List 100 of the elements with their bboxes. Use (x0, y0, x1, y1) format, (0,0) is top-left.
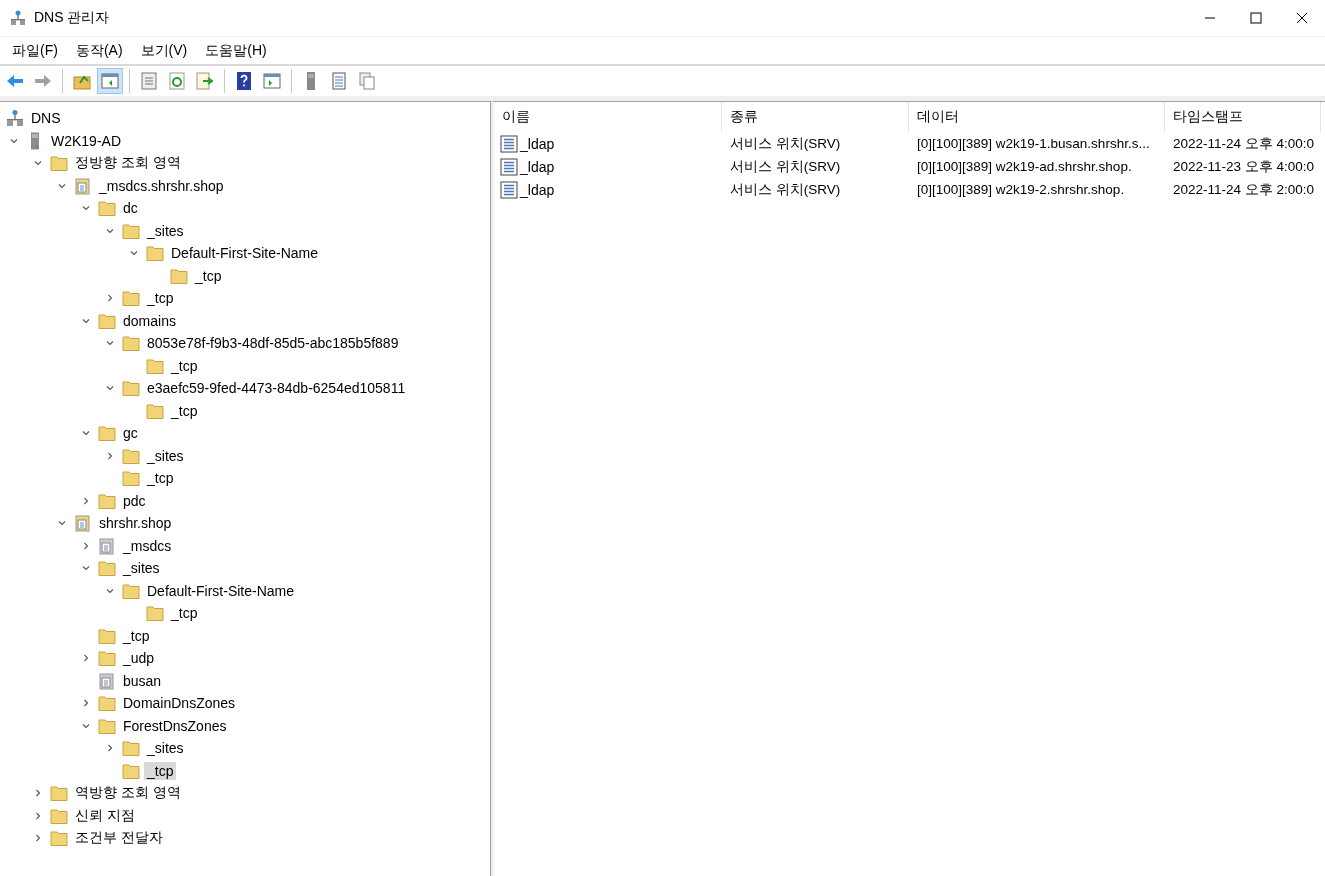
folder-icon (122, 446, 140, 465)
column-header[interactable]: 이름 (494, 102, 722, 132)
tree-item[interactable]: Default-First-Site-Name (168, 244, 322, 263)
close-icon (1296, 12, 1308, 24)
folder-icon (122, 221, 140, 240)
tree-item[interactable]: _tcp (168, 401, 201, 420)
tree-item[interactable]: DNS (28, 109, 64, 128)
expanded-chevron-icon[interactable] (82, 316, 90, 325)
expanded-chevron-icon[interactable] (106, 384, 114, 393)
menu-item[interactable]: 보기(V) (132, 41, 196, 60)
collapsed-chevron-icon[interactable] (82, 699, 90, 708)
record-icon (500, 157, 518, 176)
list-icon (329, 71, 349, 91)
tree-item[interactable]: domains (120, 311, 179, 330)
folder-icon (122, 334, 140, 353)
expanded-chevron-icon[interactable] (82, 564, 90, 573)
collapsed-chevron-icon[interactable] (82, 541, 90, 550)
table-cell-text: 서비스 위치(SRV) (729, 180, 842, 199)
tree-item[interactable]: 역방향 조회 영역 (72, 783, 184, 804)
tree-item[interactable]: 정방향 조회 영역 (72, 153, 184, 174)
tree-item[interactable]: _tcp (168, 356, 201, 375)
tree-item[interactable]: gc (120, 424, 141, 443)
tree-item[interactable]: _tcp (192, 266, 225, 285)
tree-item[interactable]: dc (120, 199, 141, 218)
folder-icon (50, 806, 68, 825)
collapsed-chevron-icon[interactable] (106, 451, 114, 460)
tree-item[interactable]: 8053e78f-f9b3-48df-85d5-abc185b5f889 (144, 334, 402, 353)
tree-item[interactable]: _msdcs.shrshr.shop (96, 176, 227, 195)
folder-icon (122, 379, 140, 398)
table-cell-text: 2022-11-24 오후 2:00:0 (1172, 180, 1316, 199)
folder-icon (122, 289, 140, 308)
tree-item[interactable]: _tcp (144, 761, 177, 780)
help-icon (234, 71, 254, 91)
expanded-chevron-icon[interactable] (82, 721, 90, 730)
tree-item[interactable]: _udp (120, 649, 158, 668)
tree-item[interactable]: _sites (144, 221, 187, 240)
table-cell: _ldap (520, 181, 555, 198)
folder-icon (170, 266, 188, 285)
record-icon (500, 180, 518, 199)
tree-item[interactable]: busan (120, 671, 165, 690)
tree-item[interactable]: W2K19-AD (48, 131, 125, 150)
network-icon (10, 9, 26, 27)
column-header[interactable]: 데이터 (909, 102, 1165, 132)
collapsed-chevron-icon[interactable] (106, 744, 114, 753)
tree-item[interactable]: e3aefc59-9fed-4473-84db-6254ed105811 (144, 379, 409, 398)
folder-icon (98, 491, 116, 510)
collapsed-chevron-icon[interactable] (34, 834, 42, 843)
tree-item[interactable]: _sites (144, 739, 187, 758)
tree-item[interactable]: 조건부 전달자 (72, 828, 166, 849)
folder-icon (122, 469, 140, 488)
pane-toggle-button[interactable] (97, 68, 123, 94)
collapsed-chevron-icon[interactable] (82, 496, 90, 505)
tree-item[interactable]: _tcp (144, 289, 177, 308)
tree-item[interactable]: _sites (144, 446, 187, 465)
expanded-chevron-icon[interactable] (58, 519, 66, 528)
expanded-chevron-icon[interactable] (34, 159, 42, 168)
tree-item[interactable]: DomainDnsZones (120, 694, 239, 713)
table-cell-text: [0][100][389] w2k19-1.busan.shrshr.s... (916, 136, 1151, 151)
folder-icon (98, 626, 116, 645)
zone-icon (98, 536, 116, 555)
column-header[interactable]: 타임스탬프 (1165, 102, 1321, 132)
expanded-chevron-icon[interactable] (82, 204, 90, 213)
tree-item[interactable]: _tcp (168, 604, 201, 623)
pane-toggle-icon (100, 71, 120, 91)
column-header[interactable]: 종류 (722, 102, 909, 132)
tree-item[interactable]: _tcp (144, 469, 177, 488)
table-cell-text: 2022-11-24 오후 4:00:0 (1172, 134, 1316, 153)
expanded-chevron-icon[interactable] (106, 586, 114, 595)
maximize-icon (1250, 12, 1262, 24)
table-cell: _ldap (520, 158, 555, 175)
tree-item[interactable]: _tcp (120, 626, 153, 645)
tree-item[interactable]: ForestDnsZones (120, 716, 230, 735)
expanded-chevron-icon[interactable] (106, 339, 114, 348)
refresh-icon (167, 71, 187, 91)
tree-item[interactable]: Default-First-Site-Name (144, 581, 298, 600)
collapsed-chevron-icon[interactable] (106, 294, 114, 303)
zone-icon (74, 514, 92, 533)
menu-item[interactable]: 도움말(H) (197, 41, 275, 60)
expanded-chevron-icon[interactable] (106, 226, 114, 235)
menu-item[interactable]: 파일(F) (4, 41, 66, 60)
tree-item[interactable]: _sites (120, 559, 163, 578)
expanded-chevron-icon[interactable] (82, 429, 90, 438)
tree-item[interactable]: pdc (120, 491, 149, 510)
tree-item[interactable]: 신뢰 지점 (72, 805, 138, 826)
menu-item[interactable]: 동작(A) (67, 41, 131, 60)
folder-icon (122, 761, 140, 780)
expanded-chevron-icon[interactable] (130, 249, 138, 258)
collapsed-chevron-icon[interactable] (82, 654, 90, 663)
collapsed-chevron-icon[interactable] (34, 811, 42, 820)
folder-icon (146, 604, 164, 623)
record-icon (500, 134, 518, 153)
tree-item[interactable]: _msdcs (120, 536, 175, 555)
collapsed-chevron-icon[interactable] (34, 789, 42, 798)
table-cell-text: [0][100][389] w2k19-2.shrshr.shop. (916, 182, 1126, 197)
expanded-chevron-icon[interactable] (58, 181, 66, 190)
tree-item[interactable]: shrshr.shop (96, 514, 175, 533)
expanded-chevron-icon[interactable] (10, 136, 18, 145)
zone-icon (74, 176, 92, 195)
folder-icon (98, 649, 116, 668)
export-icon (195, 71, 215, 91)
